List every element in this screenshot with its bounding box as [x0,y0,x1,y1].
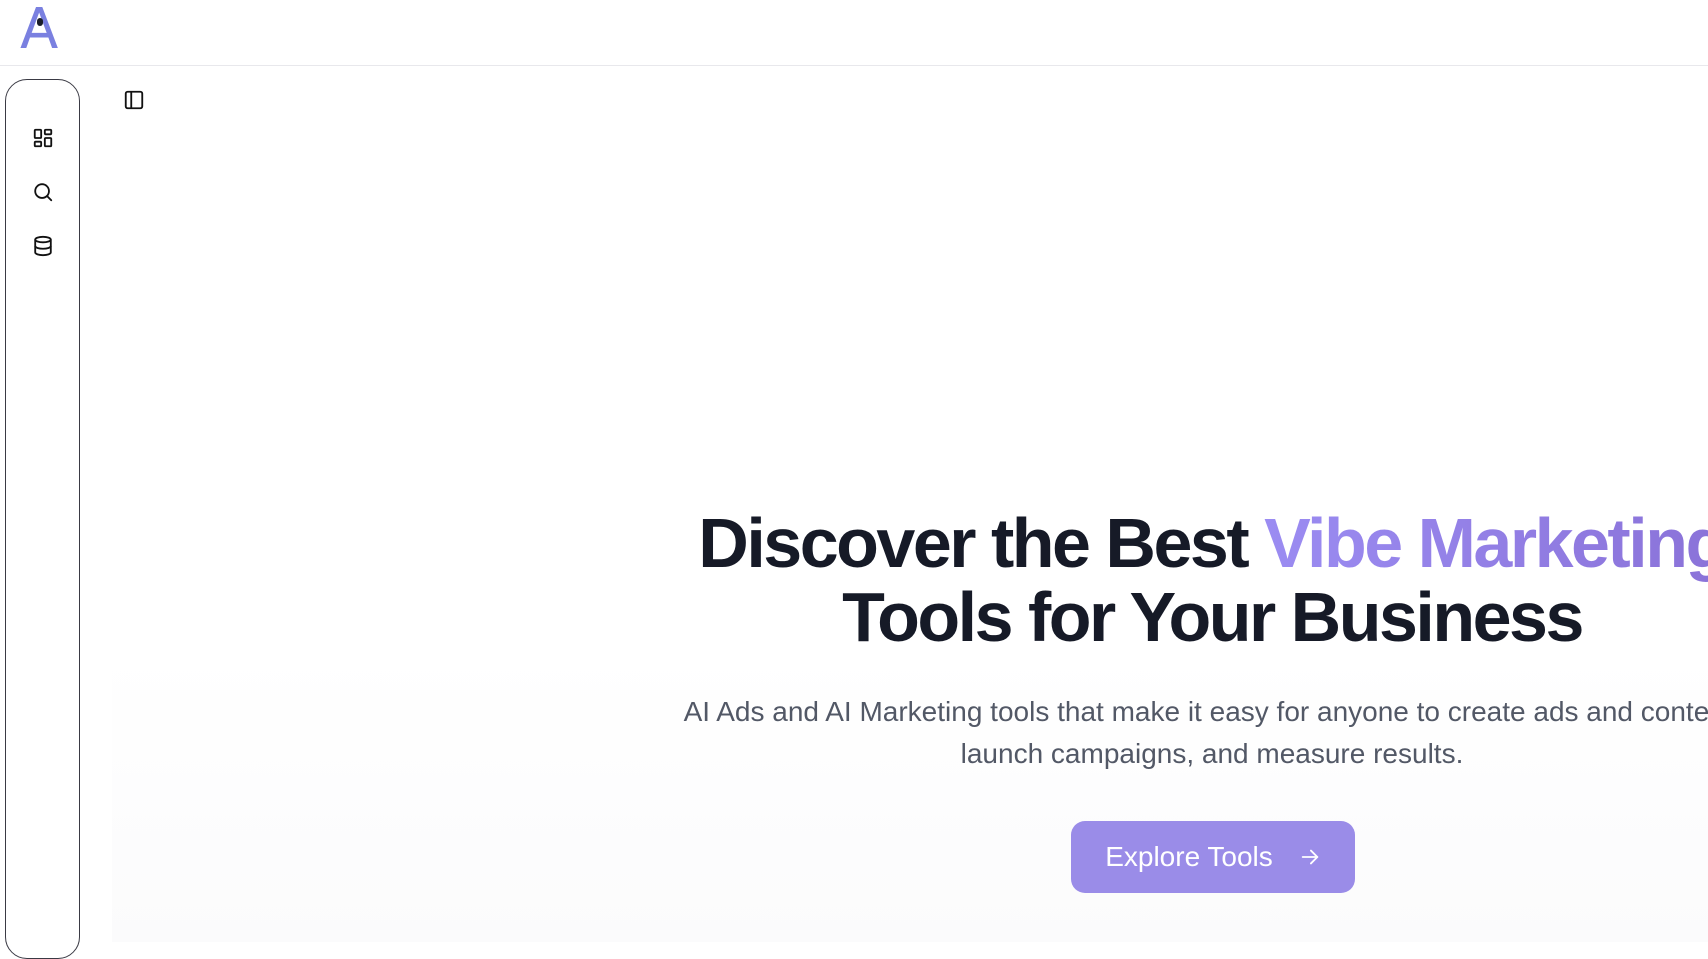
arrow-right-icon [1299,846,1321,868]
logo-dot [37,18,43,26]
dashboard-icon[interactable] [31,126,55,150]
sidebar [5,79,80,959]
logo-text: A [20,0,59,62]
hero-title-part1: Discover the Best [698,504,1265,582]
explore-tools-button[interactable]: Explore Tools [1071,821,1355,893]
top-bar: A [0,0,1708,66]
hero-title-accent: Vibe Marketing [1264,504,1708,582]
main-background [112,650,1708,942]
sidebar-toggle-icon[interactable] [122,88,146,112]
explore-tools-label: Explore Tools [1105,841,1273,872]
hero-title-part2: Tools for Your Business [842,578,1584,656]
database-icon[interactable] [31,234,55,258]
logo[interactable]: A [20,2,58,58]
hero-title: Discover the Best Vibe Marketing Tools f… [112,506,1708,654]
search-icon[interactable] [31,180,55,204]
